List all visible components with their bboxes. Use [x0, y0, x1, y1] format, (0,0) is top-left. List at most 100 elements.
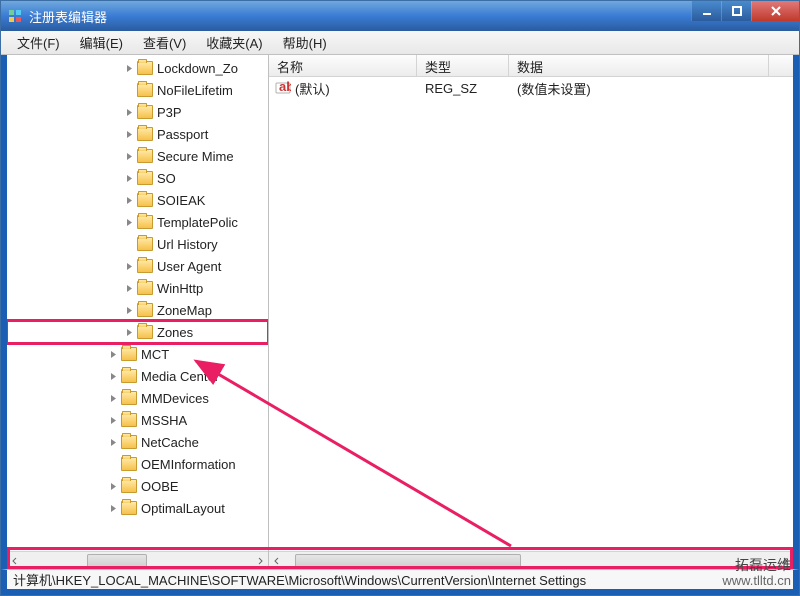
menu-help[interactable]: 帮助(H): [273, 31, 337, 54]
tree-item-label: SOIEAK: [157, 193, 205, 208]
tree-item[interactable]: Lockdown_Zo: [7, 57, 268, 79]
svg-text:ab: ab: [279, 80, 291, 94]
tree-item[interactable]: Secure Mime: [7, 145, 268, 167]
menu-edit[interactable]: 编辑(E): [70, 31, 133, 54]
folder-icon: [121, 413, 137, 427]
expand-icon[interactable]: [107, 414, 119, 426]
expand-icon[interactable]: [107, 502, 119, 514]
folder-icon: [137, 303, 153, 317]
expand-icon[interactable]: [123, 150, 135, 162]
tree-item-label: TemplatePolic: [157, 215, 238, 230]
tree-item-label: Url History: [157, 237, 218, 252]
tree-item-label: MSSHA: [141, 413, 187, 428]
expand-icon[interactable]: [123, 194, 135, 206]
tree-pane[interactable]: Lockdown_ZoNoFileLifetim P3P Passport Secur…: [7, 55, 269, 569]
expand-icon[interactable]: [123, 326, 135, 338]
tree-item[interactable]: NoFileLifetim: [7, 79, 268, 101]
expand-icon[interactable]: [123, 106, 135, 118]
scroll-right-icon[interactable]: [252, 552, 268, 569]
col-type[interactable]: 类型: [417, 55, 509, 76]
tree-item-label: MMDevices: [141, 391, 209, 406]
folder-icon: [121, 369, 137, 383]
expand-icon[interactable]: [123, 216, 135, 228]
folder-icon: [137, 281, 153, 295]
tree-item[interactable]: P3P: [7, 101, 268, 123]
scroll-thumb[interactable]: [87, 554, 147, 568]
statusbar: 计算机\HKEY_LOCAL_MACHINE\SOFTWARE\Microsof…: [1, 569, 799, 595]
value-name: (默认): [295, 79, 330, 98]
scroll-left-icon[interactable]: [7, 552, 23, 569]
tree-item[interactable]: MMDevices: [7, 387, 268, 409]
minimize-button[interactable]: [691, 1, 721, 21]
expand-icon[interactable]: [107, 480, 119, 492]
folder-icon: [121, 435, 137, 449]
values-horizontal-scrollbar[interactable]: [269, 551, 793, 569]
scroll-thumb[interactable]: [295, 554, 521, 568]
scroll-left-icon[interactable]: [269, 552, 285, 569]
scroll-track[interactable]: [23, 552, 252, 569]
tree-item[interactable]: Zones: [7, 321, 268, 343]
scroll-track[interactable]: [285, 552, 777, 569]
expand-icon[interactable]: [123, 172, 135, 184]
tree-item-label: OptimalLayout: [141, 501, 225, 516]
expand-icon: [123, 84, 135, 96]
tree-item[interactable]: MCT: [7, 343, 268, 365]
app-icon: [7, 8, 23, 24]
col-data[interactable]: 数据: [509, 55, 769, 76]
folder-icon: [137, 83, 153, 97]
expand-icon[interactable]: [123, 62, 135, 74]
folder-icon: [137, 171, 153, 185]
expand-icon[interactable]: [123, 304, 135, 316]
tree-item[interactable]: Url History: [7, 233, 268, 255]
scroll-right-icon[interactable]: [777, 552, 793, 569]
tree-item[interactable]: NetCache: [7, 431, 268, 453]
tree-item[interactable]: SOIEAK: [7, 189, 268, 211]
tree-item[interactable]: ZoneMap: [7, 299, 268, 321]
folder-icon: [137, 127, 153, 141]
expand-icon[interactable]: [123, 282, 135, 294]
expand-icon[interactable]: [123, 128, 135, 140]
tree-item-label: P3P: [157, 105, 182, 120]
folder-icon: [137, 215, 153, 229]
expand-icon[interactable]: [107, 436, 119, 448]
tree-item-label: MCT: [141, 347, 169, 362]
tree-item[interactable]: OptimalLayout: [7, 497, 268, 519]
menu-view[interactable]: 查看(V): [133, 31, 196, 54]
tree-item[interactable]: OEMInformation: [7, 453, 268, 475]
maximize-button[interactable]: [721, 1, 751, 21]
value-row[interactable]: ab(默认)REG_SZ(数值未设置): [269, 77, 793, 99]
tree-item[interactable]: TemplatePolic: [7, 211, 268, 233]
registry-editor-window: 注册表编辑器 文件(F) 编辑(E) 查看(V) 收藏夹(A) 帮助(H) Lo…: [0, 0, 800, 596]
col-name[interactable]: 名称: [269, 55, 417, 76]
window-controls: [691, 1, 799, 31]
tree-item[interactable]: WinHttp: [7, 277, 268, 299]
expand-icon[interactable]: [107, 348, 119, 360]
menu-file[interactable]: 文件(F): [7, 31, 70, 54]
menubar: 文件(F) 编辑(E) 查看(V) 收藏夹(A) 帮助(H): [1, 31, 799, 55]
tree-item-label: Secure Mime: [157, 149, 234, 164]
tree-item-label: User Agent: [157, 259, 221, 274]
status-path: 计算机\HKEY_LOCAL_MACHINE\SOFTWARE\Microsof…: [13, 570, 586, 589]
expand-icon[interactable]: [107, 392, 119, 404]
menu-favorites[interactable]: 收藏夹(A): [196, 31, 272, 54]
tree-horizontal-scrollbar[interactable]: [7, 551, 268, 569]
folder-icon: [137, 325, 153, 339]
tree-item[interactable]: Passport: [7, 123, 268, 145]
tree-item-label: Zones: [157, 325, 193, 340]
expand-icon[interactable]: [123, 260, 135, 272]
expand-icon: [107, 458, 119, 470]
tree-item[interactable]: MSSHA: [7, 409, 268, 431]
values-pane[interactable]: 名称 类型 数据 ab(默认)REG_SZ(数值未设置): [269, 55, 793, 569]
close-button[interactable]: [751, 1, 799, 21]
tree-item[interactable]: Media Center: [7, 365, 268, 387]
folder-icon: [137, 61, 153, 75]
titlebar[interactable]: 注册表编辑器: [1, 1, 799, 31]
tree-item[interactable]: SO: [7, 167, 268, 189]
window-title: 注册表编辑器: [29, 7, 691, 26]
string-value-icon: ab: [275, 80, 291, 96]
tree-item[interactable]: OOBE: [7, 475, 268, 497]
folder-icon: [137, 237, 153, 251]
folder-icon: [137, 105, 153, 119]
expand-icon[interactable]: [107, 370, 119, 382]
tree-item[interactable]: User Agent: [7, 255, 268, 277]
